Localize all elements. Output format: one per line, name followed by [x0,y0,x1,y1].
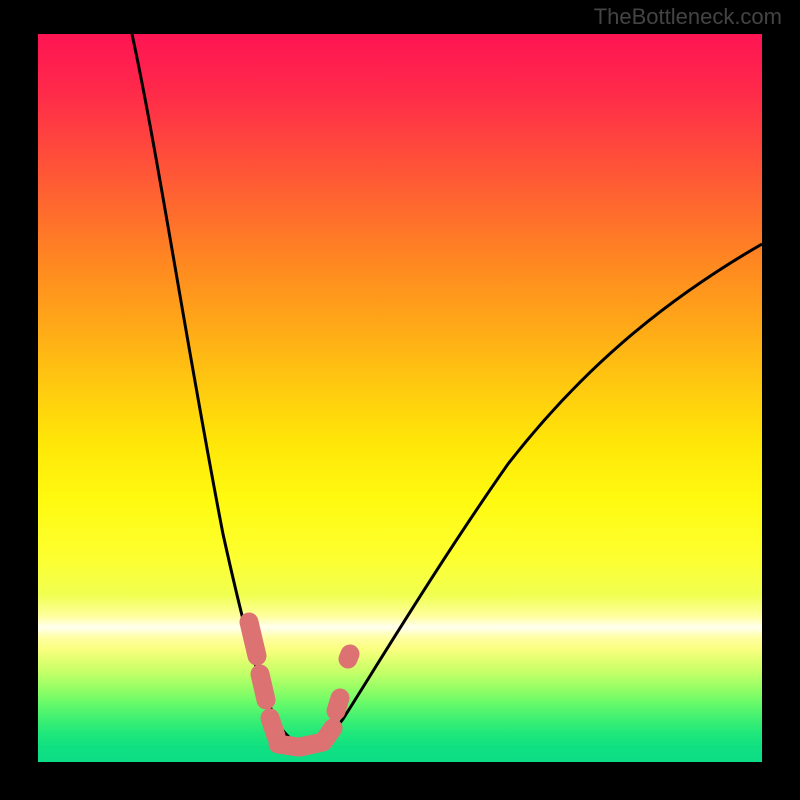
chart-svg [38,34,762,762]
bottleneck-curve-line [132,34,762,746]
chart-plot-area [38,34,762,762]
watermark-text: TheBottleneck.com [594,4,782,30]
highlighted-markers [249,622,350,747]
